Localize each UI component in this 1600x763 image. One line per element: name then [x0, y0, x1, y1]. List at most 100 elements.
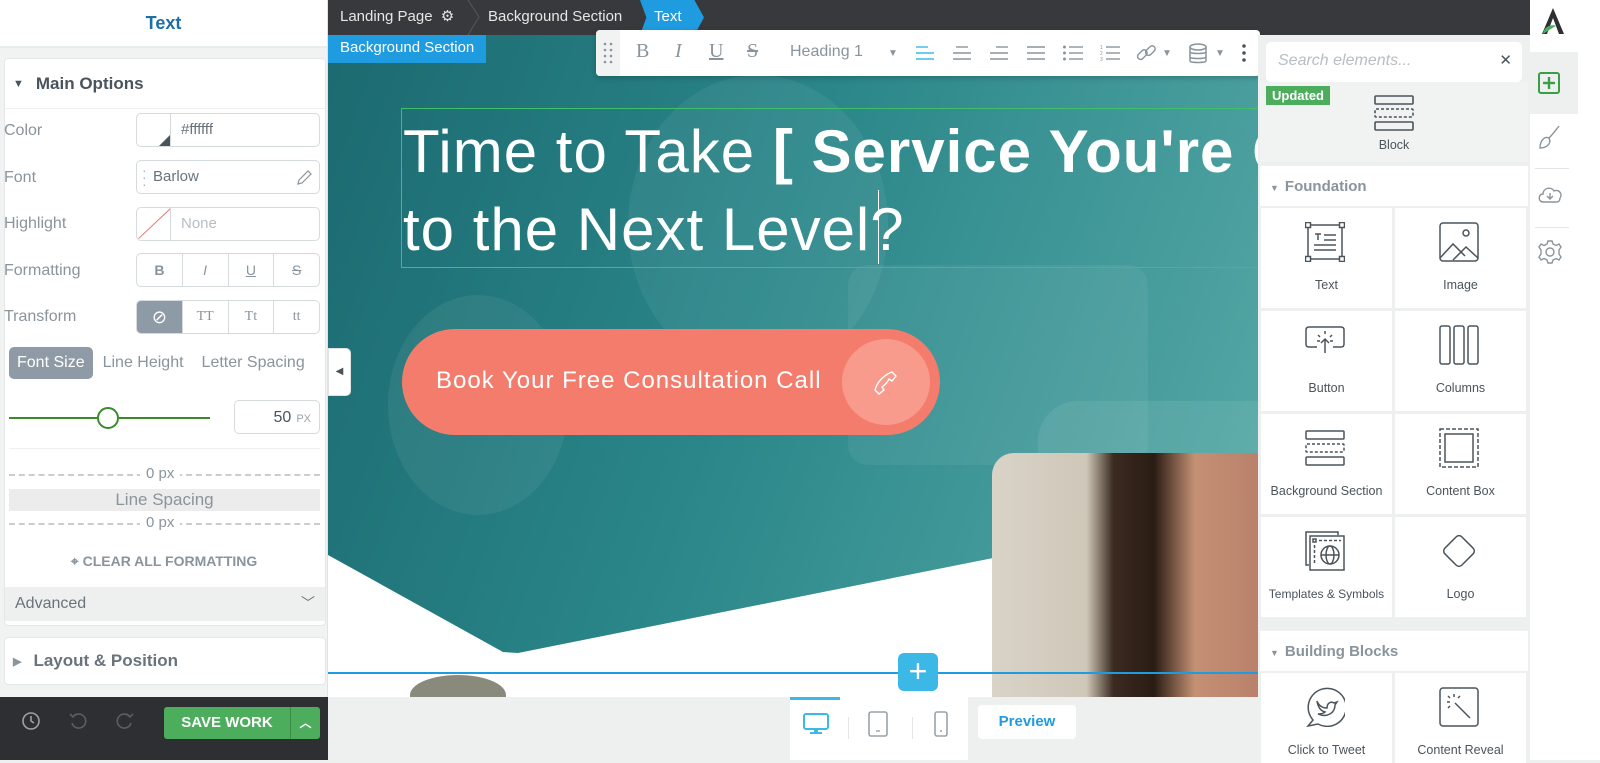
search-elements-input[interactable]: Search elements... ✕ [1266, 42, 1522, 82]
heading-line-2[interactable]: to the Next Level? [403, 195, 905, 264]
layout-position-card[interactable]: ▶ Layout & Position [4, 637, 326, 685]
add-elements-tab[interactable] [1530, 52, 1578, 114]
pencil-icon[interactable] [295, 169, 313, 187]
active-device-indicator [790, 697, 840, 700]
layout-position-header[interactable]: ▶ Layout & Position [5, 638, 325, 684]
tab-letter-spacing[interactable]: Letter Spacing [194, 347, 313, 379]
font-value: Barlow [153, 168, 199, 185]
element-tile-background-section[interactable]: Background Section [1261, 414, 1392, 514]
save-work-label: SAVE WORK [181, 714, 273, 731]
right-tool-rail [1530, 0, 1600, 760]
desktop-icon[interactable] [803, 713, 829, 735]
transform-uppercase-button[interactable]: TT [183, 301, 229, 333]
element-tile-button[interactable]: Button [1261, 311, 1392, 411]
color-label: Color [4, 122, 43, 139]
element-tile-columns[interactable]: Columns [1395, 311, 1526, 411]
page-canvas[interactable]: Background Section Time to Take [ Servic… [328, 35, 1258, 697]
element-tile-text[interactable]: Text [1261, 208, 1392, 308]
insert-section-button[interactable]: + [898, 653, 938, 691]
heading-select[interactable]: Heading 1 [790, 43, 863, 61]
gear-icon[interactable]: ⚙ [441, 8, 454, 25]
divider [1535, 227, 1569, 228]
toolbar-strikethrough-button[interactable]: S [747, 40, 758, 63]
redo-icon[interactable] [115, 711, 135, 731]
chevron-up-icon[interactable]: ︿ [291, 714, 320, 731]
color-field[interactable]: #ffffff [136, 113, 320, 147]
highlight-swatch[interactable] [137, 208, 171, 240]
align-left-icon[interactable] [916, 45, 934, 61]
mobile-icon[interactable] [934, 711, 948, 737]
more-options-icon[interactable] [1241, 44, 1247, 62]
bullet-list-icon[interactable] [1063, 45, 1083, 61]
gear-icon[interactable] [1538, 240, 1562, 264]
tab-line-height[interactable]: Line Height [95, 347, 192, 379]
element-label: Content Box [1426, 484, 1495, 498]
main-options-header[interactable]: ▼ Main Options [5, 59, 325, 109]
drag-handle[interactable] [596, 30, 620, 76]
save-work-button[interactable]: SAVE WORK ︿ [164, 707, 320, 739]
toolbar-bold-button[interactable]: B [636, 40, 649, 63]
highlight-field[interactable]: None [136, 207, 320, 241]
element-tile-content-reveal[interactable]: Content Reveal [1395, 673, 1526, 763]
app-logo-icon[interactable] [1538, 6, 1568, 36]
portrait-image[interactable] [992, 453, 1258, 697]
panel-title: Text [0, 0, 327, 48]
font-size-unit: PX [296, 413, 311, 425]
building-blocks-header[interactable]: ▼ Building Blocks [1260, 631, 1528, 671]
font-field[interactable]: · · · Barlow [136, 160, 320, 194]
element-label: Text [1315, 278, 1338, 292]
line-spacing-top-value[interactable]: 0 px [140, 465, 181, 482]
font-size-slider-handle[interactable] [97, 407, 119, 429]
strikethrough-button[interactable]: S [274, 254, 319, 286]
foundation-header[interactable]: ▼ Foundation [1260, 166, 1528, 206]
tablet-icon[interactable] [868, 711, 888, 737]
undo-icon[interactable] [68, 711, 88, 731]
caret-down-icon[interactable]: ▼ [888, 48, 898, 59]
element-tile-image[interactable]: Image [1395, 208, 1526, 308]
color-swatch[interactable] [137, 114, 171, 146]
chevron-down-icon: ﹀ [301, 595, 315, 611]
paint-brush-icon[interactable] [1538, 124, 1562, 150]
avatar-image[interactable] [410, 675, 506, 697]
collapse-panel-toggle[interactable]: ◀ [328, 348, 351, 396]
size-tabs: Font Size Line Height Letter Spacing [9, 347, 315, 379]
cloud-download-icon[interactable] [1537, 184, 1563, 204]
history-icon[interactable] [21, 711, 41, 731]
align-right-icon[interactable] [990, 45, 1008, 61]
element-tile-templates-symbols[interactable]: Templates & Symbols [1261, 517, 1392, 617]
numbered-list-icon[interactable]: 123 [1100, 45, 1120, 61]
close-icon[interactable]: ✕ [1499, 51, 1512, 69]
font-size-input[interactable]: 50 PX [234, 400, 320, 434]
caret-down-icon[interactable]: ▼ [1215, 48, 1225, 59]
advanced-toggle[interactable]: Advanced ﹀ [5, 587, 325, 621]
elements-panel: Search elements... ✕ Block Updated ▼ Foun… [1258, 35, 1530, 763]
element-label: Click to Tweet [1287, 743, 1366, 757]
caret-down-icon: ▼ [13, 77, 24, 90]
breadcrumb-landing-page[interactable]: Landing Page ⚙ [340, 0, 454, 35]
element-tile-click-to-tweet[interactable]: Click to Tweet [1261, 673, 1392, 763]
transform-lowercase-button[interactable]: tt [274, 301, 319, 333]
italic-button[interactable]: I [183, 254, 229, 286]
toolbar-underline-button[interactable]: U [709, 40, 723, 63]
database-icon[interactable] [1189, 43, 1207, 65]
section-label-tag[interactable]: Background Section [328, 35, 487, 63]
preview-button[interactable]: Preview [978, 705, 1076, 739]
line-spacing-bottom-value[interactable]: 0 px [140, 514, 181, 531]
cta-button[interactable]: Book Your Free Consultation Call [402, 329, 940, 435]
tab-font-size[interactable]: Font Size [9, 347, 93, 379]
heading-line-1[interactable]: Time to Take [ Service You're Offe [403, 117, 1258, 186]
text-element-icon [1305, 222, 1345, 262]
toolbar-italic-button[interactable]: I [675, 40, 682, 63]
transform-none-button[interactable]: ⊘ [137, 301, 183, 333]
caret-down-icon[interactable]: ▼ [1162, 48, 1172, 59]
align-justify-icon[interactable] [1027, 45, 1045, 61]
transform-capitalize-button[interactable]: Tt [229, 301, 275, 333]
underline-button[interactable]: U [229, 254, 275, 286]
link-icon[interactable] [1136, 43, 1158, 65]
line-spacing-bar[interactable]: Line Spacing [9, 489, 320, 511]
bold-button[interactable]: B [137, 254, 183, 286]
element-tile-logo[interactable]: Logo [1395, 517, 1526, 617]
element-tile-content-box[interactable]: Content Box [1395, 414, 1526, 514]
clear-formatting-button[interactable]: ⌖ CLEAR ALL FORMATTING [0, 553, 328, 570]
align-center-icon[interactable] [953, 45, 971, 61]
